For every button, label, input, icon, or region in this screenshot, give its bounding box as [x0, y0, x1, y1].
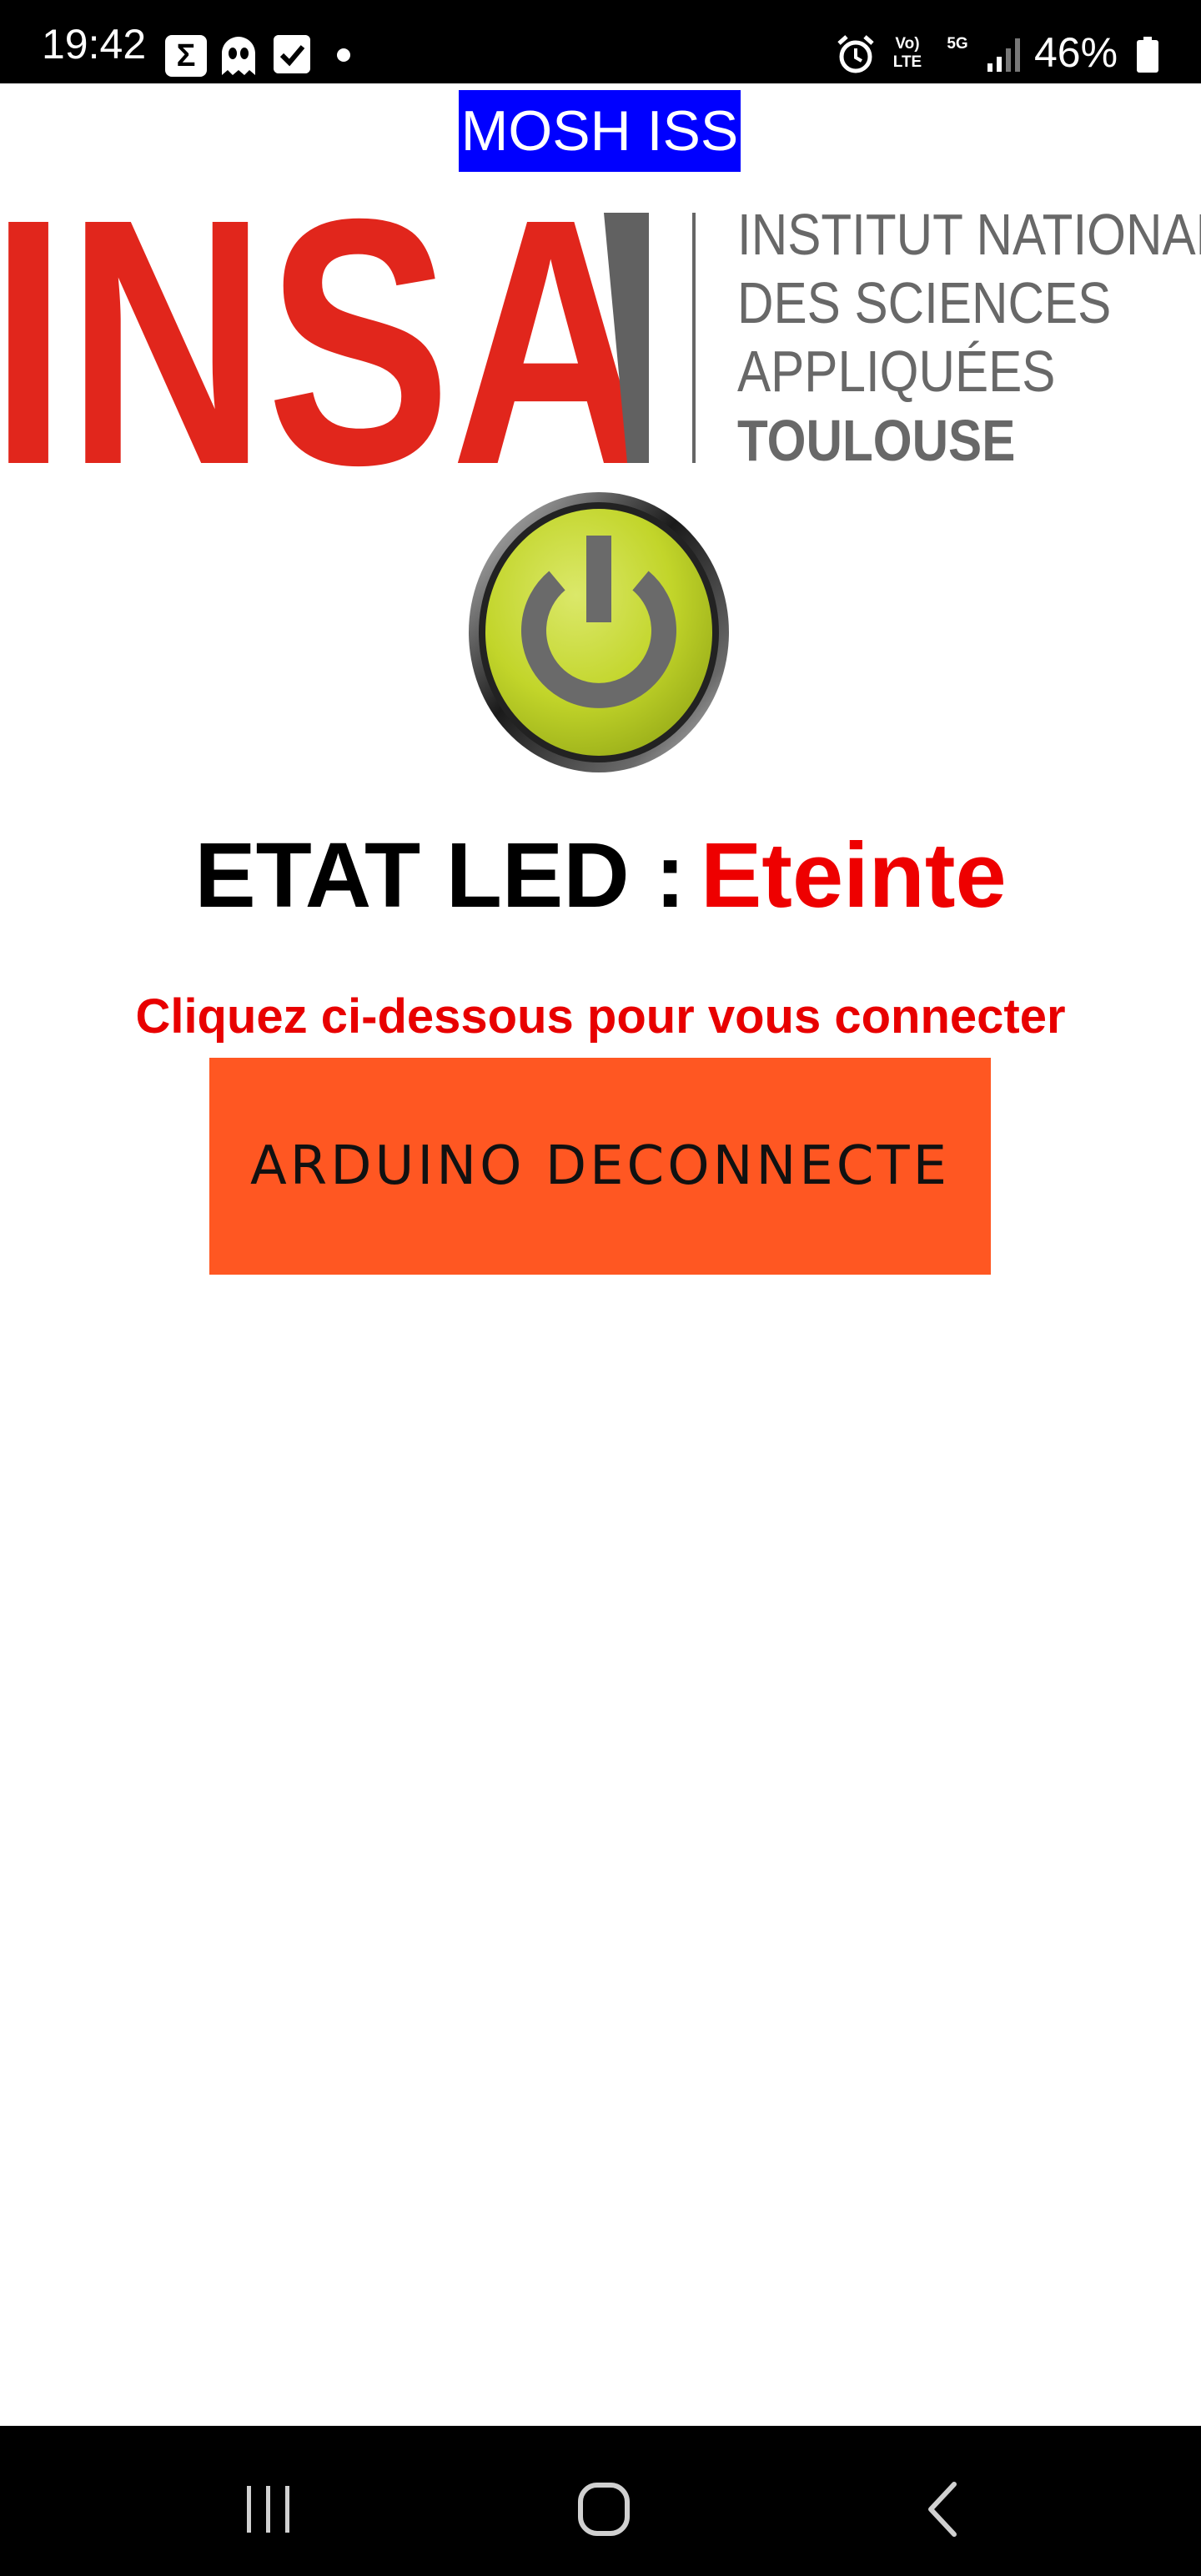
signal-icon [987, 38, 1020, 72]
home-icon[interactable] [554, 2459, 654, 2559]
insa-brand-text: INSA [0, 204, 651, 480]
led-state-value: Eteinte [700, 824, 1007, 927]
back-icon[interactable] [892, 2459, 992, 2559]
battery-percent: 46% [1034, 29, 1118, 76]
navigation-bar [0, 2426, 1201, 2576]
checkbox-icon [274, 35, 310, 73]
status-bar: 19:42 Σ Vo) LTE 5G 46% [0, 0, 1201, 83]
status-time: 19:42 [42, 21, 147, 68]
battery-icon [1137, 37, 1158, 73]
dot-icon [337, 48, 350, 62]
5g-icon: 5G [947, 35, 968, 53]
ghost-icon [222, 37, 255, 75]
led-state-row: ETAT LED : Eteinte [0, 826, 1201, 926]
logo-line-3: APPLIQUÉES [737, 339, 1056, 404]
connect-instruction: Cliquez ci-dessous pour vous connecter [135, 989, 1066, 1044]
sigma-icon: Σ [165, 35, 207, 77]
alarm-icon [837, 35, 874, 73]
app-title: MOSH ISS [459, 90, 741, 172]
logo-line-1: INSTITUT NATIONAL [737, 202, 1201, 267]
power-button[interactable] [467, 491, 731, 774]
volte-icon: Vo) LTE [892, 35, 922, 71]
arduino-connect-button[interactable]: ARDUINO DECONNECTE [209, 1058, 991, 1275]
logo-line-2: DES SCIENCES [737, 270, 1112, 335]
led-state-label: ETAT LED : [194, 824, 686, 927]
logo-line-4: TOULOUSE [737, 408, 1016, 473]
recent-apps-icon[interactable] [219, 2459, 319, 2559]
